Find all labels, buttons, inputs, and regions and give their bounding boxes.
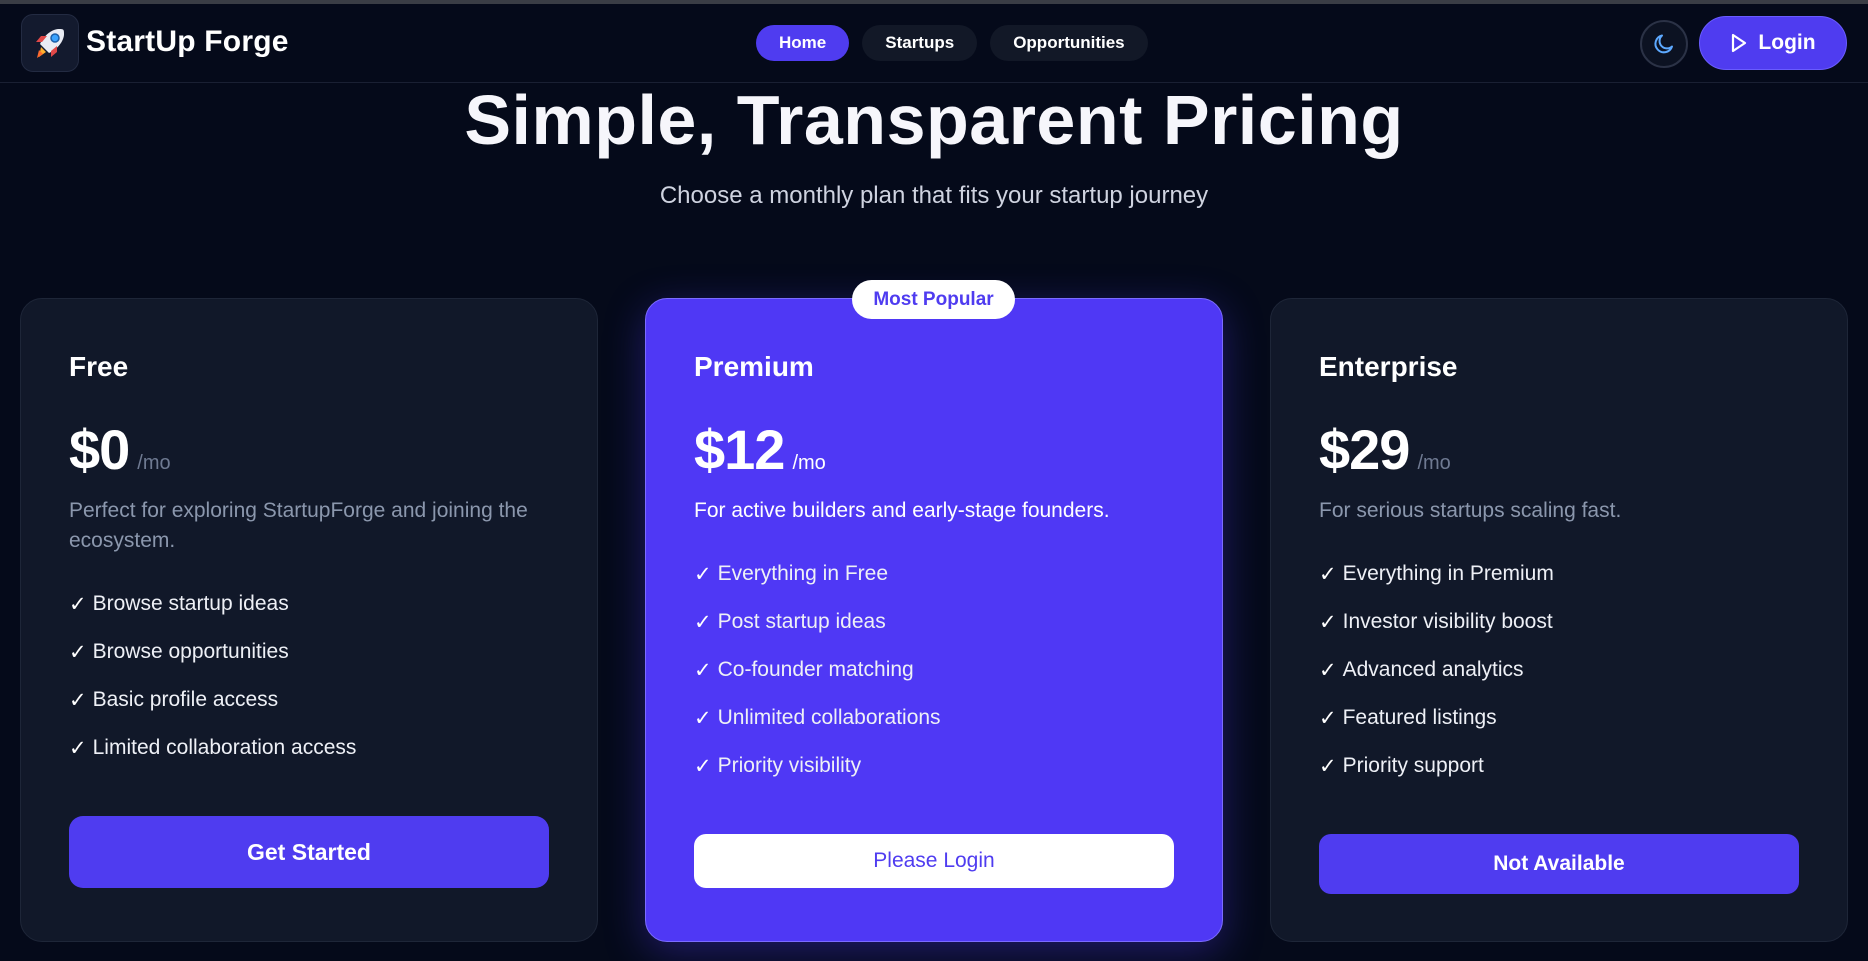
plan-name: Premium [694,351,814,382]
check-icon: ✓ [1319,755,1337,778]
site-header: StartUp Forge Home Startups Opportunitie… [0,4,1868,83]
feature-label: Unlimited collaborations [717,706,941,729]
check-icon: ✓ [69,641,87,664]
rocket-icon[interactable] [21,14,79,72]
plan-price: $29 [1319,418,1410,481]
feature-item: ✓ Advanced analytics [1319,658,1554,706]
plan-description: For serious startups scaling fast. [1319,499,1622,522]
feature-label: Browse startup ideas [92,592,289,615]
feature-item: ✓ Browse opportunities [69,640,356,688]
check-icon: ✓ [1319,707,1337,730]
feature-label: Priority visibility [717,754,862,777]
feature-item: ✓ Investor visibility boost [1319,610,1554,658]
login-button[interactable]: Login [1699,16,1847,70]
price-period: /mo [1417,452,1451,474]
get-started-button[interactable]: Get Started [69,816,549,888]
feature-label: Co-founder matching [717,658,914,681]
feature-item: ✓ Browse startup ideas [69,592,356,640]
theme-toggle-button[interactable] [1640,20,1688,68]
plan-description: For active builders and early-stage foun… [694,499,1110,522]
main-nav: Home Startups Opportunities [756,25,1148,61]
feature-label: Everything in Premium [1342,562,1554,585]
pricing-card-enterprise: Enterprise $29 /mo For serious startups … [1270,298,1848,942]
feature-label: Basic profile access [92,688,279,711]
price-row: $12 /mo [694,417,826,482]
feature-label: Investor visibility boost [1342,610,1553,633]
pricing-card-premium: Premium $12 /mo For active builders and … [645,298,1223,942]
plan-description: Perfect for exploring StartupForge and j… [69,499,528,552]
price-period: /mo [792,452,826,474]
page-subtitle: Choose a monthly plan that fits your sta… [659,182,1209,209]
feature-label: Browse opportunities [92,640,289,663]
plan-name: Enterprise [1319,351,1458,382]
not-available-button[interactable]: Not Available [1319,834,1799,894]
feature-item: ✓ Everything in Premium [1319,562,1554,610]
most-popular-badge: Most Popular [852,280,1015,319]
feature-item: ✓ Priority visibility [694,754,941,802]
feature-label: Everything in Free [717,562,889,585]
feature-label: Advanced analytics [1342,658,1524,681]
feature-item: ✓ Co-founder matching [694,658,941,706]
nav-item-startups[interactable]: Startups [862,25,978,61]
feature-item: ✓ Basic profile access [69,688,356,736]
check-icon: ✓ [69,737,87,760]
nav-item-home[interactable]: Home [756,25,850,61]
price-period: /mo [137,452,171,474]
check-icon: ✓ [1319,563,1337,586]
check-icon: ✓ [694,611,712,634]
price-row: $29 /mo [1319,417,1451,482]
feature-label: Limited collaboration access [92,736,357,759]
feature-label: Featured listings [1342,706,1497,729]
check-icon: ✓ [694,707,712,730]
feature-item: ✓ Limited collaboration access [69,736,356,784]
feature-label: Post startup ideas [717,610,886,633]
feature-item: ✓ Everything in Free [694,562,941,610]
plan-name: Free [69,351,129,382]
check-icon: ✓ [1319,659,1337,682]
moon-icon [1654,34,1673,54]
check-icon: ✓ [1319,611,1337,634]
check-icon: ✓ [69,593,87,616]
nav-item-opportunities[interactable]: Opportunities [990,25,1148,61]
check-icon: ✓ [694,755,712,778]
feature-item: ✓ Featured listings [1319,706,1554,754]
feature-list: ✓ Everything in Premium ✓ Investor visibil… [1319,562,1554,802]
plan-price: $0 [69,418,130,481]
feature-item: ✓ Post startup ideas [694,610,941,658]
play-icon [1732,33,1747,53]
login-label: Login [1758,31,1816,54]
please-login-button[interactable]: Please Login [694,834,1174,888]
pricing-card-free: Free $0 /mo Perfect for exploring Startu… [20,298,598,942]
feature-list: ✓ Browse startup ideas ✓ Browse opportunit… [69,592,356,784]
page-title: Simple, Transparent Pricing [464,81,1404,159]
check-icon: ✓ [694,563,712,586]
price-row: $0 /mo [69,417,171,482]
brand-name[interactable]: StartUp Forge [86,25,289,59]
feature-list: ✓ Everything in Free ✓ Post startup ideas … [694,562,941,802]
plan-price: $12 [694,418,785,481]
feature-item: ✓ Priority support [1319,754,1554,802]
check-icon: ✓ [694,659,712,682]
check-icon: ✓ [69,689,87,712]
feature-item: ✓ Unlimited collaborations [694,706,941,754]
feature-label: Priority support [1342,754,1484,777]
